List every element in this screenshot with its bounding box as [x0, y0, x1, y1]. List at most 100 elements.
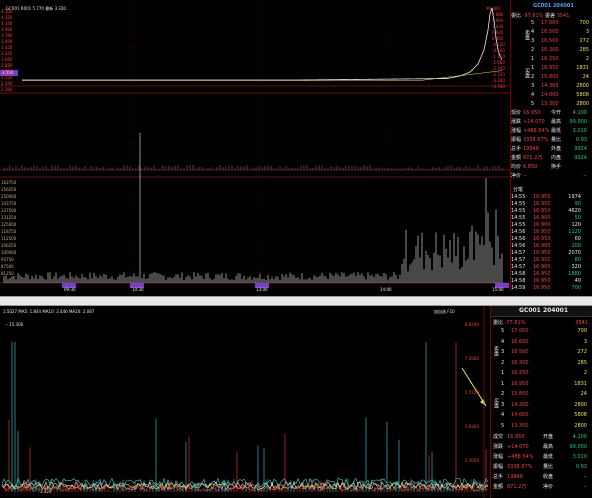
- order-volume: 2800: [576, 101, 589, 107]
- order-price: 14.300: [511, 401, 529, 408]
- order-level: 5: [501, 422, 505, 429]
- order-book-row[interactable]: 3 14.300 2800: [531, 83, 592, 90]
- bottom-order-book-row[interactable]: 3 14.300 2800: [501, 402, 592, 409]
- order-book-row[interactable]: 5 17.000 700: [531, 20, 592, 27]
- stat-value: 4.100: [572, 110, 587, 116]
- order-book-row[interactable]: 1 16.250 2: [531, 56, 592, 63]
- stat-label: 量比: [543, 464, 554, 470]
- order-volume: 700: [577, 328, 587, 334]
- order-level: 4: [501, 412, 505, 418]
- bottom-order-book-row[interactable]: 4 14.000 5808: [501, 412, 592, 419]
- order-price: 14.000: [511, 412, 529, 418]
- tick-time: 14:55: [511, 201, 526, 207]
- tick-volume: 700: [571, 285, 581, 291]
- bid-ratio-value: -97.61%: [522, 13, 544, 19]
- bottom-order-book-row[interactable]: 1 16.250 2: [501, 370, 592, 377]
- stat-value: 0.93: [575, 464, 587, 470]
- right-axis-tick: -0.640: [492, 48, 505, 53]
- stat-label: 均价: [511, 164, 522, 170]
- bottom-order-book-row[interactable]: 4 16.600 3: [501, 339, 592, 346]
- tick-price: 16.950: [533, 271, 551, 277]
- bottom-order-book-row[interactable]: 2 16.300 285: [501, 360, 592, 367]
- tick-volume: 4620: [568, 208, 581, 214]
- order-level: 2: [501, 359, 505, 366]
- order-volume: 24: [580, 391, 587, 397]
- price-line: [22, 7, 503, 81]
- left-axis-tick: 4.320: [1, 15, 13, 20]
- volume-axis-tick: 150000: [1, 194, 17, 199]
- right-axis-tick: 1.440: [492, 24, 504, 29]
- bottom-order-book-row[interactable]: 3 16.500 272: [501, 349, 592, 356]
- order-price: 16.500: [511, 349, 529, 355]
- bottom-order-book-row[interactable]: 1 16.950 1831: [501, 381, 592, 388]
- tick-time: 14:55: [511, 194, 526, 200]
- bid-diff-value: 3541: [556, 13, 570, 19]
- tick-row: 14:56 16.950 60: [511, 236, 592, 243]
- order-book-row[interactable]: 1 16.950 1831: [531, 65, 592, 72]
- order-level: 1: [501, 380, 505, 387]
- bottom-order-book-row[interactable]: 5 13.300 2800: [501, 423, 592, 430]
- right-axis-tick: 0.400: [492, 36, 504, 41]
- stat-label: 最高: [543, 444, 554, 450]
- stats-row: 涨幅 +488.54% 最低 3.010: [511, 128, 592, 135]
- stat-label: 最低: [551, 128, 562, 134]
- stat-value: 16.950: [523, 110, 541, 116]
- tick-price: 16.950: [533, 278, 551, 284]
- tick-row: 14:59 16.950 700: [511, 285, 592, 292]
- tick-row: 14:56 16.900 200: [511, 243, 592, 250]
- stat-value: +488.54%: [507, 454, 534, 460]
- stat-value: --: [583, 484, 587, 490]
- volume-axis-tick: 137500: [1, 208, 17, 213]
- time-axis-tick: 15:00: [492, 287, 504, 292]
- stat-value: 3.010: [572, 128, 587, 134]
- kline-axis-tick: 3.9360: [465, 424, 479, 429]
- bottom-sell-side-label: 卖盘: [493, 346, 499, 356]
- bottom-stats-row: 涨跌 +14.070 最高 99.000: [493, 444, 592, 451]
- left-axis-tick: 2.520: [1, 75, 13, 80]
- bottom-security-title: GC001 204001: [519, 307, 568, 314]
- bottom-order-book-row[interactable]: 2 15.800 24: [501, 391, 592, 398]
- order-book-row[interactable]: 4 14.000 5808: [531, 92, 592, 99]
- bottom-order-book-row[interactable]: 5 17.000 700: [501, 328, 592, 335]
- tick-volume: 90: [574, 201, 581, 207]
- order-level: 4: [531, 29, 535, 35]
- ticks-header: 分笔: [513, 187, 524, 193]
- tick-volume: 2070: [568, 250, 581, 256]
- order-volume: 272: [579, 38, 589, 44]
- stat-label: 换手: [551, 164, 562, 170]
- stat-label: 金额: [493, 484, 504, 490]
- order-level: 5: [501, 328, 505, 334]
- stats-row: 金额 871.2万 内盘 9924: [511, 155, 592, 162]
- tick-price: 16.950: [533, 285, 551, 291]
- order-volume: 5808: [576, 92, 589, 98]
- kline-chart[interactable]: 1.5027 MA5: 1.844 MA10: 2.440 MA20: 2.08…: [0, 306, 491, 498]
- quote-panel: GC001 204001 委比 -97.61% 委差 3541 卖盘 买盘 51…: [511, 0, 592, 296]
- stat-value: 3338.67%: [507, 464, 533, 470]
- stat-value: 4.100: [572, 434, 587, 440]
- right-axis-tick: 0.920: [492, 30, 504, 35]
- volume-axis-tick: 125000: [1, 222, 17, 227]
- kline-axis-tick: 7.2080: [465, 356, 479, 361]
- order-volume: 2800: [574, 401, 587, 408]
- order-book-row[interactable]: 2 15.800 24: [531, 74, 592, 81]
- order-level: 2: [531, 74, 535, 80]
- right-axis-tick: -2.720: [492, 72, 505, 77]
- kline-axis-tick: 8.8440: [465, 322, 479, 327]
- order-book-row[interactable]: 2 16.300 285: [531, 47, 592, 54]
- stat-label: 振幅: [493, 464, 504, 470]
- bottom-quote-panel: GC001 204001 委比 -77.61% 3541 卖盘 买盘 5 17.0…: [491, 306, 592, 498]
- order-volume: 3: [585, 29, 589, 35]
- stat-label: 外盘: [551, 146, 562, 152]
- tick-price: 16.950: [533, 236, 551, 242]
- tick-volume: 80: [574, 257, 581, 263]
- order-price: 13.300: [541, 101, 559, 107]
- tick-price: 16.950: [533, 208, 551, 214]
- intraday-chart[interactable]: GC001 R001 5.770 最新 3.320 99.000 3.550: [0, 0, 511, 291]
- order-book-row[interactable]: 3 16.500 272: [531, 38, 592, 45]
- stats-row: 现价 16.950 今开 4.100: [511, 110, 592, 117]
- order-book-row[interactable]: 5 13.300 2800: [531, 101, 592, 108]
- tick-time: 14:55: [511, 215, 526, 221]
- tick-time: 14:56: [511, 243, 526, 249]
- order-book-row[interactable]: 4 16.500 3: [531, 29, 592, 36]
- stat-value: 16.950: [507, 434, 525, 440]
